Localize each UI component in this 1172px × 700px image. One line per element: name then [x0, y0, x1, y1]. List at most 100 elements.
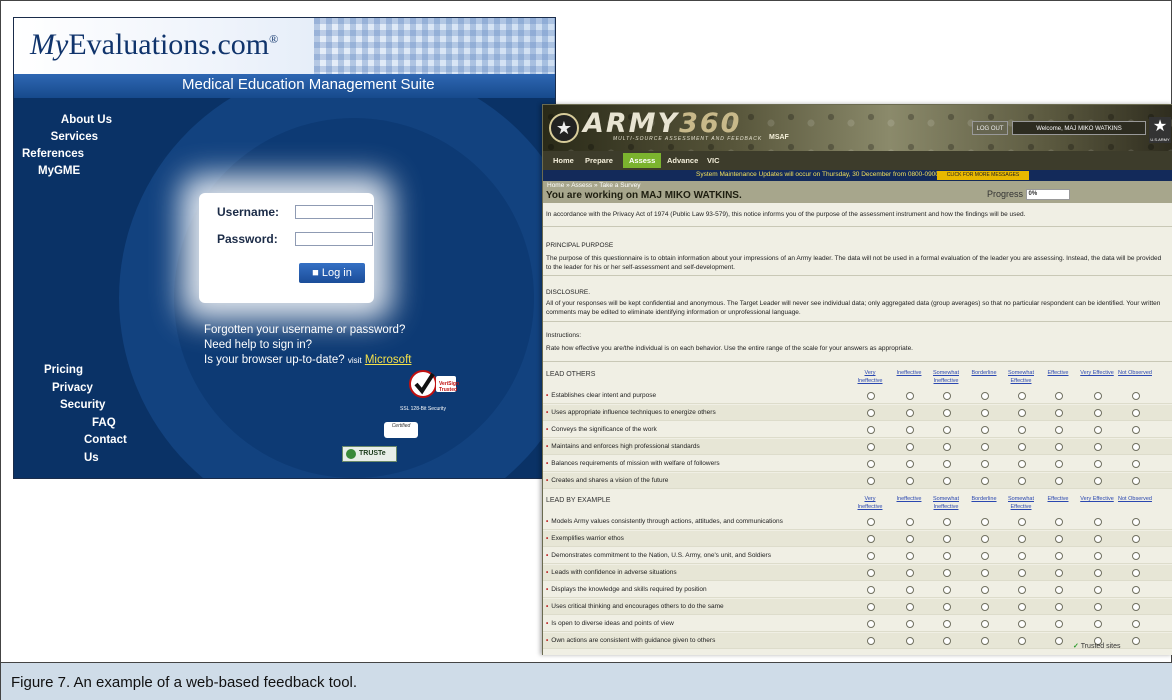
rating-radio[interactable]	[1055, 603, 1063, 611]
rating-radio[interactable]	[981, 409, 989, 417]
rating-radio[interactable]	[1132, 460, 1140, 468]
rating-radio[interactable]	[1132, 443, 1140, 451]
scale-header[interactable]: Very Effective	[1079, 369, 1115, 377]
rating-radio[interactable]	[943, 443, 951, 451]
rating-radio[interactable]	[1018, 569, 1026, 577]
rating-radio[interactable]	[1055, 409, 1063, 417]
rating-radio[interactable]	[906, 552, 914, 560]
rating-radio[interactable]	[1018, 603, 1026, 611]
rating-radio[interactable]	[906, 426, 914, 434]
rating-radio[interactable]	[1055, 637, 1063, 645]
rating-radio[interactable]	[981, 603, 989, 611]
rating-radio[interactable]	[1018, 426, 1026, 434]
nav-services[interactable]: Services	[14, 129, 112, 146]
login-button[interactable]: ■ Log in	[299, 263, 365, 283]
rating-radio[interactable]	[1018, 535, 1026, 543]
scale-header[interactable]: Ineffective	[891, 369, 927, 377]
logout-button[interactable]: LOG OUT	[972, 121, 1008, 135]
nav-faq[interactable]: FAQ	[14, 415, 116, 433]
rating-radio[interactable]	[1018, 620, 1026, 628]
nav-privacy[interactable]: Privacy	[14, 380, 112, 398]
rating-radio[interactable]	[981, 569, 989, 577]
nav-about-us[interactable]: About Us	[14, 112, 112, 129]
rating-radio[interactable]	[906, 409, 914, 417]
rating-radio[interactable]	[867, 426, 875, 434]
scale-header[interactable]: Very Ineffective	[852, 369, 888, 385]
rating-radio[interactable]	[1055, 620, 1063, 628]
breadcrumb[interactable]: Home » Assess » Take a Survey	[547, 182, 640, 189]
username-field[interactable]	[295, 205, 373, 219]
rating-radio[interactable]	[1018, 460, 1026, 468]
rating-radio[interactable]	[943, 637, 951, 645]
rating-radio[interactable]	[1018, 552, 1026, 560]
rating-radio[interactable]	[1132, 392, 1140, 400]
rating-radio[interactable]	[1132, 535, 1140, 543]
rating-radio[interactable]	[943, 392, 951, 400]
rating-radio[interactable]	[906, 477, 914, 485]
scale-header[interactable]: Very Effective	[1079, 495, 1115, 503]
scale-header[interactable]: Effective	[1040, 369, 1076, 377]
rating-radio[interactable]	[1094, 552, 1102, 560]
nav-references[interactable]: References	[14, 146, 112, 163]
rating-radio[interactable]	[981, 426, 989, 434]
scale-header[interactable]: Somewhat Effective	[1003, 495, 1039, 511]
rating-radio[interactable]	[1132, 637, 1140, 645]
rating-radio[interactable]	[1055, 392, 1063, 400]
rating-radio[interactable]	[981, 586, 989, 594]
rating-radio[interactable]	[906, 603, 914, 611]
scale-header[interactable]: Not Observed	[1117, 495, 1153, 503]
scale-header[interactable]: Borderline	[966, 495, 1002, 503]
rating-radio[interactable]	[867, 535, 875, 543]
rating-radio[interactable]	[1094, 569, 1102, 577]
rating-radio[interactable]	[1018, 586, 1026, 594]
scale-header[interactable]: Very Ineffective	[852, 495, 888, 511]
rating-radio[interactable]	[1055, 426, 1063, 434]
rating-radio[interactable]	[981, 620, 989, 628]
rating-radio[interactable]	[867, 392, 875, 400]
rating-radio[interactable]	[981, 460, 989, 468]
rating-radio[interactable]	[1055, 586, 1063, 594]
rating-radio[interactable]	[867, 637, 875, 645]
rating-radio[interactable]	[906, 518, 914, 526]
rating-radio[interactable]	[1132, 603, 1140, 611]
rating-radio[interactable]	[906, 569, 914, 577]
help-signin-link[interactable]: Need help to sign in?	[204, 339, 312, 351]
rating-radio[interactable]	[1018, 392, 1026, 400]
rating-radio[interactable]	[981, 443, 989, 451]
tab-vic[interactable]: VIC	[701, 153, 726, 168]
rating-radio[interactable]	[943, 552, 951, 560]
rating-radio[interactable]	[867, 460, 875, 468]
rating-radio[interactable]	[981, 518, 989, 526]
password-field[interactable]	[295, 232, 373, 246]
rating-radio[interactable]	[943, 477, 951, 485]
rating-radio[interactable]	[906, 620, 914, 628]
rating-radio[interactable]	[1094, 460, 1102, 468]
rating-radio[interactable]	[1094, 518, 1102, 526]
rating-radio[interactable]	[867, 569, 875, 577]
rating-radio[interactable]	[1055, 569, 1063, 577]
scale-header[interactable]: Borderline	[966, 369, 1002, 377]
rating-radio[interactable]	[981, 552, 989, 560]
rating-radio[interactable]	[867, 620, 875, 628]
scale-header[interactable]: Somewhat Ineffective	[928, 495, 964, 511]
tab-assess[interactable]: Assess	[623, 153, 662, 168]
rating-radio[interactable]	[1055, 518, 1063, 526]
rating-radio[interactable]	[981, 535, 989, 543]
rating-radio[interactable]	[867, 443, 875, 451]
rating-radio[interactable]	[1132, 477, 1140, 485]
rating-radio[interactable]	[867, 586, 875, 594]
rating-radio[interactable]	[1132, 569, 1140, 577]
rating-radio[interactable]	[1018, 443, 1026, 451]
rating-radio[interactable]	[1094, 620, 1102, 628]
rating-radio[interactable]	[1132, 409, 1140, 417]
rating-radio[interactable]	[1132, 426, 1140, 434]
rating-radio[interactable]	[1055, 460, 1063, 468]
rating-radio[interactable]	[943, 620, 951, 628]
rating-radio[interactable]	[943, 460, 951, 468]
rating-radio[interactable]	[1094, 535, 1102, 543]
rating-radio[interactable]	[906, 637, 914, 645]
rating-radio[interactable]	[1094, 409, 1102, 417]
rating-radio[interactable]	[1094, 443, 1102, 451]
rating-radio[interactable]	[867, 409, 875, 417]
rating-radio[interactable]	[906, 535, 914, 543]
